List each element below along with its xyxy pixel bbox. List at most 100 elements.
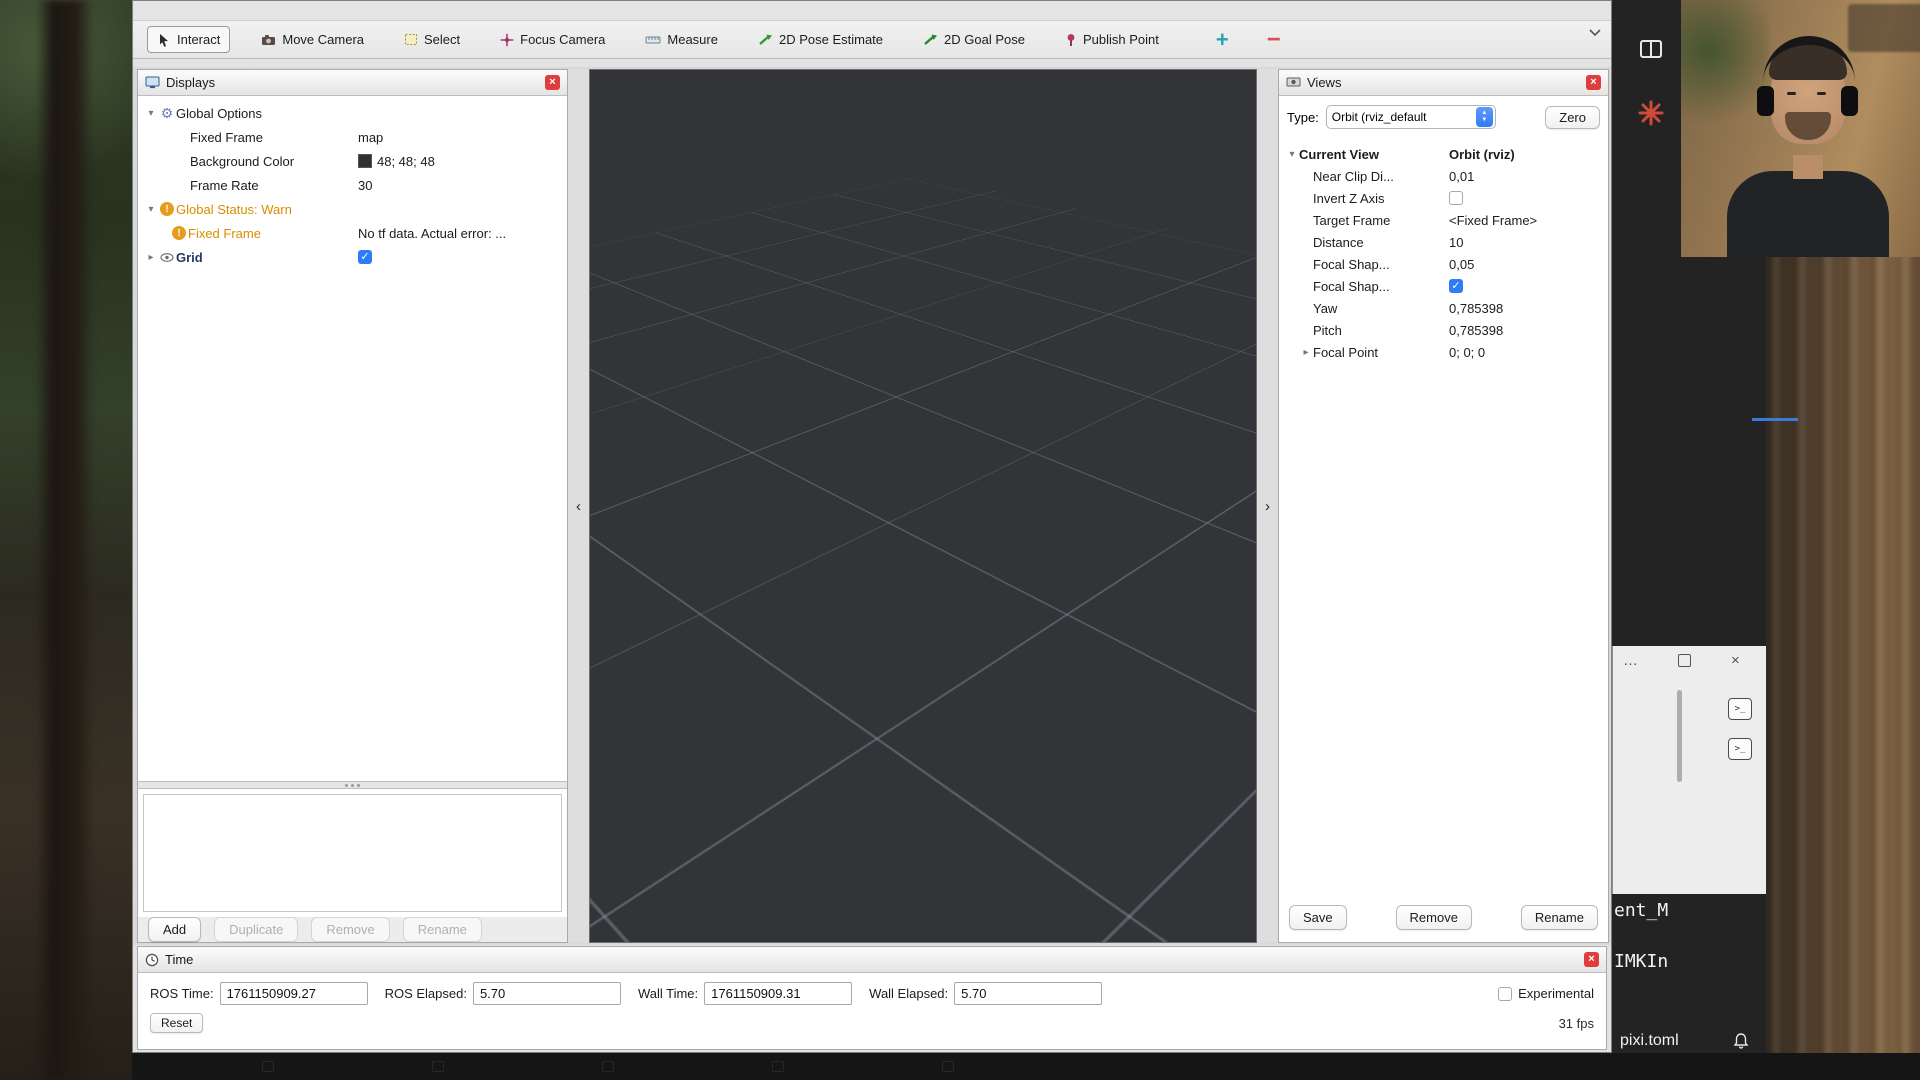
chevron-down-icon[interactable]: ▾ bbox=[144, 204, 158, 215]
dropdown-stepper-icon[interactable]: ▲▼ bbox=[1476, 107, 1493, 127]
wall-time-input[interactable] bbox=[704, 982, 852, 1005]
row-key: Global Status: Warn bbox=[176, 202, 292, 217]
remove-button[interactable]: Remove bbox=[1396, 905, 1472, 930]
type-label: Type: bbox=[1287, 110, 1319, 125]
render-viewport[interactable] bbox=[589, 69, 1257, 943]
tree-row[interactable]: ▸ Focal Point 0; 0; 0 bbox=[1279, 341, 1608, 363]
row-value[interactable]: 0,01 bbox=[1449, 169, 1474, 184]
row-key: Global Options bbox=[176, 106, 262, 121]
dock-icon bbox=[772, 1061, 784, 1072]
enabled-checkbox[interactable] bbox=[358, 250, 372, 264]
layout-columns-icon[interactable] bbox=[1640, 40, 1662, 58]
panel-close-button[interactable]: × bbox=[1584, 952, 1599, 967]
zero-button[interactable]: Zero bbox=[1545, 106, 1600, 129]
tree-row[interactable]: Distance 10 bbox=[1279, 231, 1608, 253]
tool-publish-point[interactable]: Publish Point bbox=[1056, 27, 1168, 52]
warning-icon bbox=[170, 226, 188, 240]
tool-2d-goal-pose[interactable]: 2D Goal Pose bbox=[914, 27, 1034, 52]
row-key: Frame Rate bbox=[190, 178, 259, 193]
tool-measure[interactable]: Measure bbox=[636, 27, 727, 52]
tree-row[interactable]: ▸ Grid bbox=[138, 245, 567, 269]
terminal-text: IMKIn bbox=[1614, 951, 1668, 972]
panel-splitter[interactable] bbox=[138, 781, 567, 789]
chevron-right-icon[interactable]: ▸ bbox=[144, 252, 158, 263]
displays-buttons-row: Add Duplicate Remove Rename bbox=[138, 917, 567, 942]
focal-shape-checkbox[interactable] bbox=[1449, 279, 1463, 293]
chevron-down-icon[interactable]: ▾ bbox=[1285, 149, 1299, 160]
row-value[interactable]: 30 bbox=[358, 178, 372, 193]
tree-row[interactable]: Near Clip Di... 0,01 bbox=[1279, 165, 1608, 187]
tool-select[interactable]: Select bbox=[395, 27, 469, 52]
panel-close-button[interactable]: × bbox=[1586, 75, 1601, 90]
tree-row[interactable]: Yaw 0,785398 bbox=[1279, 297, 1608, 319]
panel-collapse-left[interactable]: ‹ bbox=[568, 69, 589, 943]
tool-label: 2D Goal Pose bbox=[944, 32, 1025, 47]
reset-button[interactable]: Reset bbox=[150, 1013, 203, 1033]
rename-button[interactable]: Rename bbox=[1521, 905, 1598, 930]
tree-row[interactable]: Pitch 0,785398 bbox=[1279, 319, 1608, 341]
views-panel-titlebar[interactable]: Views × bbox=[1279, 70, 1608, 96]
ros-time-input[interactable] bbox=[220, 982, 368, 1005]
collapse-left-icon[interactable]: ‹ bbox=[576, 498, 581, 515]
panel-close-button[interactable]: × bbox=[545, 75, 560, 90]
tree-row[interactable]: Background Color 48; 48; 48 bbox=[138, 149, 567, 173]
time-panel-titlebar[interactable]: Time × bbox=[138, 947, 1606, 973]
tree-row[interactable]: ▾ ⚙ Global Options bbox=[138, 101, 567, 125]
close-icon[interactable]: × bbox=[1731, 652, 1740, 669]
displays-panel-titlebar[interactable]: Displays × bbox=[138, 70, 567, 96]
tree-row[interactable]: Focal Shap... 0,05 bbox=[1279, 253, 1608, 275]
tree-row[interactable]: Fixed Frame No tf data. Actual error: ..… bbox=[138, 221, 567, 245]
row-value[interactable]: 0,785398 bbox=[1449, 323, 1503, 338]
collapse-right-icon[interactable]: › bbox=[1265, 498, 1270, 515]
time-fields-row: ROS Time: ROS Elapsed: Wall Time: Wall E… bbox=[138, 973, 1606, 1005]
expand-icon[interactable] bbox=[1678, 654, 1691, 667]
chevron-down-icon[interactable]: ▾ bbox=[144, 108, 158, 119]
row-value bbox=[1449, 191, 1463, 205]
ros-elapsed-input[interactable] bbox=[473, 982, 621, 1005]
person-eye bbox=[1787, 92, 1796, 95]
add-button[interactable]: Add bbox=[148, 917, 201, 942]
scrollbar[interactable] bbox=[1677, 690, 1682, 782]
row-value[interactable]: 10 bbox=[1449, 235, 1463, 250]
wall-elapsed-input[interactable] bbox=[954, 982, 1102, 1005]
tool-focus-camera[interactable]: Focus Camera bbox=[491, 27, 614, 52]
panel-collapse-right[interactable]: › bbox=[1257, 69, 1278, 943]
bell-icon[interactable] bbox=[1732, 1032, 1750, 1050]
ros-elapsed-field: ROS Elapsed: bbox=[385, 982, 621, 1005]
tree-row[interactable]: Focal Shap... bbox=[1279, 275, 1608, 297]
tree-row[interactable]: Fixed Frame map bbox=[138, 125, 567, 149]
tool-2d-pose-estimate[interactable]: 2D Pose Estimate bbox=[749, 27, 892, 52]
tree-row[interactable]: Invert Z Axis bbox=[1279, 187, 1608, 209]
color-swatch bbox=[358, 154, 372, 168]
row-key: Fixed Frame bbox=[188, 226, 261, 241]
row-value[interactable]: 48; 48; 48 bbox=[358, 154, 435, 169]
row-key: Pitch bbox=[1313, 323, 1342, 338]
invert-z-checkbox[interactable] bbox=[1449, 191, 1463, 205]
row-value[interactable]: 0; 0; 0 bbox=[1449, 345, 1485, 360]
more-options-icon[interactable]: … bbox=[1623, 652, 1638, 669]
row-value[interactable]: 0,05 bbox=[1449, 257, 1474, 272]
window-titlebar[interactable] bbox=[133, 1, 1611, 21]
row-value[interactable]: map bbox=[358, 130, 383, 145]
terminal-icon[interactable]: >_ bbox=[1728, 738, 1752, 760]
tool-move-camera[interactable]: Move Camera bbox=[252, 27, 373, 52]
toolbar-overflow-chevron-icon[interactable] bbox=[1589, 29, 1601, 36]
row-value[interactable]: 0,785398 bbox=[1449, 301, 1503, 316]
tool-label: Interact bbox=[177, 32, 220, 47]
tree-row[interactable]: ▾ Global Status: Warn bbox=[138, 197, 567, 221]
views-panel: Views × Type: Orbit (rviz_default ▲▼ Zer… bbox=[1278, 69, 1609, 943]
tree-row[interactable]: Frame Rate 30 bbox=[138, 173, 567, 197]
add-tool-button[interactable]: + bbox=[1216, 27, 1229, 53]
remove-tool-button[interactable]: − bbox=[1267, 26, 1281, 54]
chevron-right-icon[interactable]: ▸ bbox=[1299, 347, 1313, 358]
row-value[interactable]: <Fixed Frame> bbox=[1449, 213, 1537, 228]
experimental-toggle[interactable]: Experimental bbox=[1498, 986, 1594, 1001]
tool-interact[interactable]: Interact bbox=[147, 26, 230, 53]
experimental-checkbox[interactable] bbox=[1498, 987, 1512, 1001]
tree-row[interactable]: Target Frame <Fixed Frame> bbox=[1279, 209, 1608, 231]
view-type-dropdown[interactable]: Orbit (rviz_default ▲▼ bbox=[1326, 105, 1496, 129]
rename-button: Rename bbox=[403, 917, 482, 942]
save-button[interactable]: Save bbox=[1289, 905, 1347, 930]
terminal-icon[interactable]: >_ bbox=[1728, 698, 1752, 720]
tree-row[interactable]: ▾ Current View Orbit (rviz) bbox=[1279, 143, 1608, 165]
